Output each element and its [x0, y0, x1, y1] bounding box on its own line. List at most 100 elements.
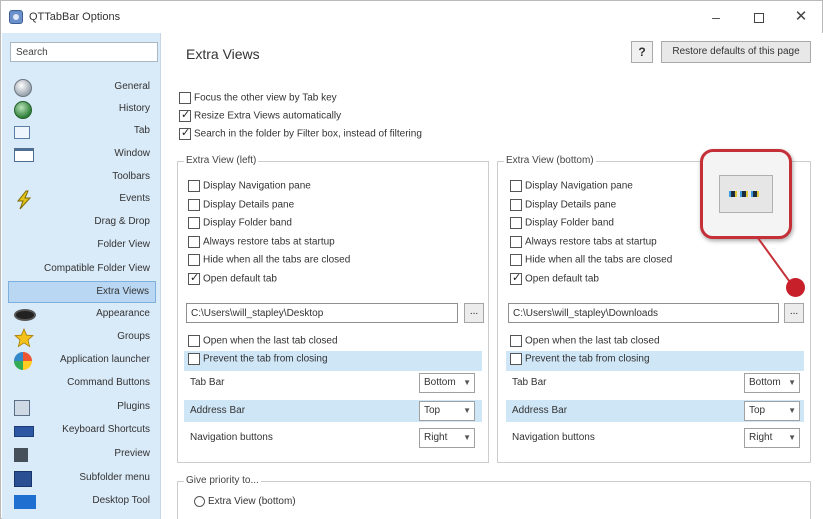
group-title: Extra View (left)	[184, 155, 259, 166]
bottom-prevent-closing-checkbox[interactable]: Prevent the tab from closing	[510, 353, 650, 369]
select-value: Bottom	[424, 377, 456, 388]
checkbox-label: Display Folder band	[203, 217, 292, 229]
restore-defaults-button[interactable]: Restore defaults of this page	[661, 41, 811, 63]
left-tab-bar-select[interactable]: Bottom ▼	[419, 373, 475, 393]
sidebar-item-window[interactable]: Window	[8, 144, 156, 166]
bottom-default-path-input[interactable]	[508, 303, 779, 323]
checkbox-label: Display Navigation pane	[525, 180, 633, 192]
sidebar-item-general[interactable]: General	[8, 77, 156, 99]
left-prevent-closing-row[interactable]: Prevent the tab from closing	[184, 351, 482, 371]
sidebar-item-label: General	[114, 81, 150, 92]
checkbox-box[interactable]	[188, 180, 200, 192]
sidebar-item-folder-view[interactable]: Folder View	[8, 235, 156, 257]
checkbox-box[interactable]	[510, 236, 522, 248]
left-open-when-last-closed-checkbox[interactable]: Open when the last tab closed	[188, 335, 338, 351]
left-navigation-buttons-select[interactable]: Right ▼	[419, 428, 475, 448]
bottom-tab-bar-row: Tab Bar Bottom ▼	[506, 372, 804, 394]
help-button[interactable]: ?	[631, 41, 653, 63]
bottom-prevent-closing-row[interactable]: Prevent the tab from closing	[506, 351, 804, 371]
chevron-down-icon: ▼	[463, 378, 471, 387]
sidebar-item-appearance[interactable]: Appearance	[8, 304, 156, 326]
left-prevent-closing-checkbox[interactable]: Prevent the tab from closing	[188, 353, 328, 369]
checkbox-label: Prevent the tab from closing	[203, 353, 328, 365]
left-navigation-buttons-row: Navigation buttons Right ▼	[184, 427, 482, 449]
sidebar: General History Tab Window Toolbars Even…	[2, 33, 161, 519]
sidebar-item-label: Groups	[117, 331, 150, 342]
left-address-bar-select[interactable]: Top ▼	[419, 401, 475, 421]
checkbox-box[interactable]	[510, 335, 522, 347]
left-always-restore-tabs-checkbox[interactable]: Always restore tabs at startup	[188, 236, 335, 252]
checkbox-box[interactable]	[510, 199, 522, 211]
sidebar-item-keyboard-shortcuts[interactable]: Keyboard Shortcuts	[8, 420, 156, 442]
sidebar-item-application-launcher[interactable]: Application launcher	[8, 350, 156, 372]
bottom-open-default-tab-checkbox[interactable]: Open default tab	[510, 271, 599, 289]
checkbox-box[interactable]	[188, 217, 200, 229]
sidebar-item-label: Compatible Folder View	[44, 263, 150, 274]
sidebar-item-label: Keyboard Shortcuts	[62, 424, 150, 435]
radio-circle[interactable]	[194, 496, 205, 507]
select-value: Right	[424, 432, 448, 443]
bottom-display-folder-band-checkbox[interactable]: Display Folder band	[510, 217, 614, 233]
left-browse-button[interactable]: ...	[464, 303, 484, 323]
bottom-browse-button[interactable]: ...	[784, 303, 804, 323]
sidebar-item-history[interactable]: History	[8, 99, 156, 121]
sidebar-item-events[interactable]: Events	[8, 189, 156, 211]
checkbox-box[interactable]	[510, 254, 522, 266]
sidebar-item-toolbars[interactable]: Toolbars	[8, 167, 156, 189]
sidebar-item-preview[interactable]: Preview	[8, 444, 156, 466]
bottom-always-restore-tabs-checkbox[interactable]: Always restore tabs at startup	[510, 236, 657, 252]
checkbox-box[interactable]	[188, 271, 200, 285]
sidebar-item-extra-views[interactable]: Extra Views	[8, 281, 156, 303]
priority-bottom-radio[interactable]: Extra View (bottom)	[194, 496, 296, 507]
zoomed-browse-button	[719, 175, 773, 213]
left-display-folder-band-checkbox[interactable]: Display Folder band	[188, 217, 292, 233]
bottom-display-navigation-pane-checkbox[interactable]: Display Navigation pane	[510, 180, 633, 196]
bottom-navigation-buttons-select[interactable]: Right ▼	[744, 428, 800, 448]
bottom-tab-bar-select[interactable]: Bottom ▼	[744, 373, 800, 393]
checkbox-box[interactable]	[188, 335, 200, 347]
checkbox-box[interactable]	[179, 108, 191, 122]
left-display-details-pane-checkbox[interactable]: Display Details pane	[188, 199, 294, 215]
search-input[interactable]	[10, 42, 158, 62]
sidebar-item-groups[interactable]: Groups	[8, 327, 156, 349]
checkbox-box[interactable]	[510, 217, 522, 229]
radio-label: Extra View (bottom)	[208, 496, 296, 508]
checkbox-box[interactable]	[188, 199, 200, 211]
sidebar-item-label: Drag & Drop	[94, 216, 150, 227]
checkbox-box[interactable]	[510, 180, 522, 192]
resize-extra-views-checkbox[interactable]: Resize Extra Views automatically	[179, 108, 341, 126]
sidebar-item-plugins[interactable]: Plugins	[8, 397, 156, 419]
tab-icon	[14, 126, 30, 139]
left-default-path-input[interactable]	[186, 303, 458, 323]
sidebar-item-tab[interactable]: Tab	[8, 121, 156, 143]
bottom-address-bar-select[interactable]: Top ▼	[744, 401, 800, 421]
sidebar-item-command-buttons[interactable]: Command Buttons	[8, 373, 156, 395]
minimize-button[interactable]: –	[696, 6, 736, 28]
search-filter-box-checkbox[interactable]: Search in the folder by Filter box, inst…	[179, 126, 422, 144]
sidebar-item-subfolder-menu[interactable]: Subfolder menu	[8, 468, 156, 490]
left-open-default-tab-checkbox[interactable]: Open default tab	[188, 271, 277, 289]
maximize-button[interactable]	[739, 6, 779, 28]
bottom-display-details-pane-checkbox[interactable]: Display Details pane	[510, 199, 616, 215]
checkbox-label: Open when the last tab closed	[203, 335, 338, 347]
left-display-navigation-pane-checkbox[interactable]: Display Navigation pane	[188, 180, 311, 196]
focus-other-view-checkbox[interactable]: Focus the other view by Tab key	[179, 92, 337, 108]
checkbox-box[interactable]	[510, 353, 522, 365]
app-launcher-icon	[14, 352, 32, 370]
checkbox-box[interactable]	[179, 126, 191, 140]
sidebar-item-desktop-tool[interactable]: Desktop Tool	[8, 491, 156, 513]
checkbox-box[interactable]	[179, 92, 191, 104]
bottom-open-when-last-closed-checkbox[interactable]: Open when the last tab closed	[510, 335, 660, 351]
sidebar-item-compatible-folder-view[interactable]: Compatible Folder View	[8, 259, 156, 281]
checkbox-box[interactable]	[188, 353, 200, 365]
close-button[interactable]: ✕	[781, 6, 821, 28]
checkbox-box[interactable]	[188, 236, 200, 248]
group-title: Extra View (bottom)	[504, 155, 596, 166]
checkbox-box[interactable]	[510, 271, 522, 285]
sidebar-item-drag-drop[interactable]: Drag & Drop	[8, 212, 156, 234]
select-value: Bottom	[749, 377, 781, 388]
bottom-hide-when-closed-checkbox[interactable]: Hide when all the tabs are closed	[510, 254, 672, 270]
checkbox-box[interactable]	[188, 254, 200, 266]
sidebar-item-label: Extra Views	[96, 286, 149, 297]
left-hide-when-closed-checkbox[interactable]: Hide when all the tabs are closed	[188, 254, 350, 270]
